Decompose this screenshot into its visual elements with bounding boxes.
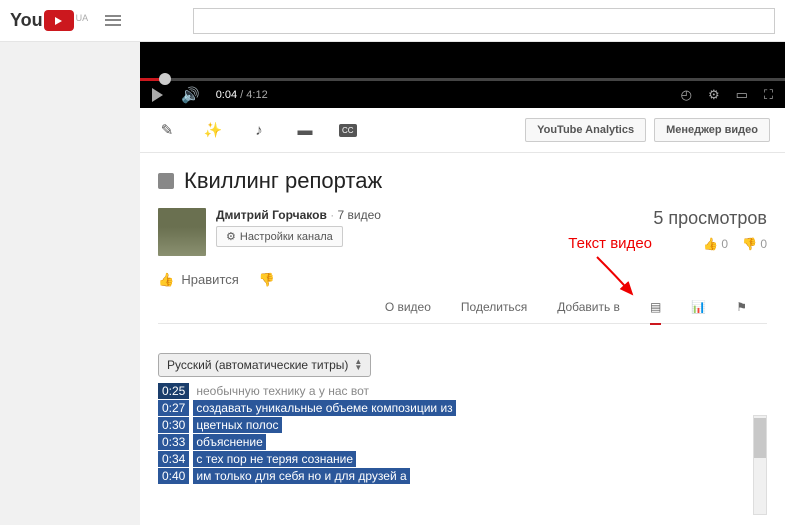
channel-name[interactable]: Дмитрий Горчаков: [216, 208, 327, 222]
enhance-icon[interactable]: ✨: [201, 121, 225, 139]
edit-icon[interactable]: ✎: [155, 121, 179, 139]
tab-stats[interactable]: 📊: [691, 300, 706, 314]
tab-report[interactable]: ⚑: [736, 300, 747, 314]
time-display: 0:04 / 4:12: [216, 89, 268, 101]
video-player[interactable]: 🔊 0:04 / 4:12 ◴ ⚙ ▭ ⛶: [140, 42, 785, 108]
theater-icon[interactable]: ▭: [736, 87, 748, 103]
country-code: UA: [76, 13, 89, 23]
transcript-row[interactable]: 0:30цветных полос: [158, 417, 767, 433]
channel-settings-button[interactable]: ⚙ Настройки канала: [216, 226, 343, 247]
watch-later-icon[interactable]: ◴: [681, 87, 692, 103]
video-title: Квиллинг репортаж: [184, 168, 382, 194]
tab-addto[interactable]: Добавить в: [557, 300, 620, 314]
transcript-row[interactable]: 0:34с тех пор не теряя сознание: [158, 451, 767, 467]
volume-icon[interactable]: 🔊: [181, 86, 200, 104]
captions-icon[interactable]: CC: [339, 124, 357, 137]
channel-avatar[interactable]: [158, 208, 206, 256]
youtube-logo[interactable]: You UA: [10, 10, 88, 31]
dislike-count: 👎 0: [742, 237, 767, 251]
fullscreen-icon[interactable]: ⛶: [764, 87, 773, 103]
transcript-row[interactable]: 0:27создавать уникальные объеме композиц…: [158, 400, 767, 416]
transcript-row[interactable]: 0:25необычную технику а у нас вот: [158, 383, 767, 399]
settings-icon[interactable]: ⚙: [708, 87, 720, 103]
annotation-arrow: [587, 252, 647, 302]
audio-icon[interactable]: ♪: [247, 122, 271, 139]
like-button[interactable]: 👍 Нравится: [158, 272, 239, 288]
annotations-icon[interactable]: ▬: [293, 122, 317, 139]
transcript-row[interactable]: 0:33объяснение: [158, 434, 767, 450]
tab-transcript[interactable]: ▤: [650, 300, 661, 325]
search-input[interactable]: [193, 8, 775, 34]
privacy-icon: [158, 173, 174, 189]
guide-menu-icon[interactable]: [103, 11, 123, 31]
dislike-button[interactable]: 👎: [259, 272, 275, 288]
sidebar: [0, 42, 140, 525]
tab-about[interactable]: О видео: [385, 300, 431, 314]
video-manager-button[interactable]: Менеджер видео: [654, 118, 770, 142]
transcript-row[interactable]: 0:40им только для себя но и для друзей а: [158, 468, 767, 484]
analytics-button[interactable]: YouTube Analytics: [525, 118, 646, 142]
play-button[interactable]: [152, 88, 163, 102]
gear-icon: ⚙: [226, 230, 236, 243]
tab-share[interactable]: Поделиться: [461, 300, 527, 314]
language-select[interactable]: Русский (автоматические титры) ▲▼: [158, 353, 371, 377]
view-count: 5 просмотров: [653, 208, 767, 229]
transcript-scrollbar[interactable]: [753, 415, 767, 515]
video-count: 7 видео: [338, 208, 381, 222]
like-count: 👍 0: [703, 237, 728, 251]
